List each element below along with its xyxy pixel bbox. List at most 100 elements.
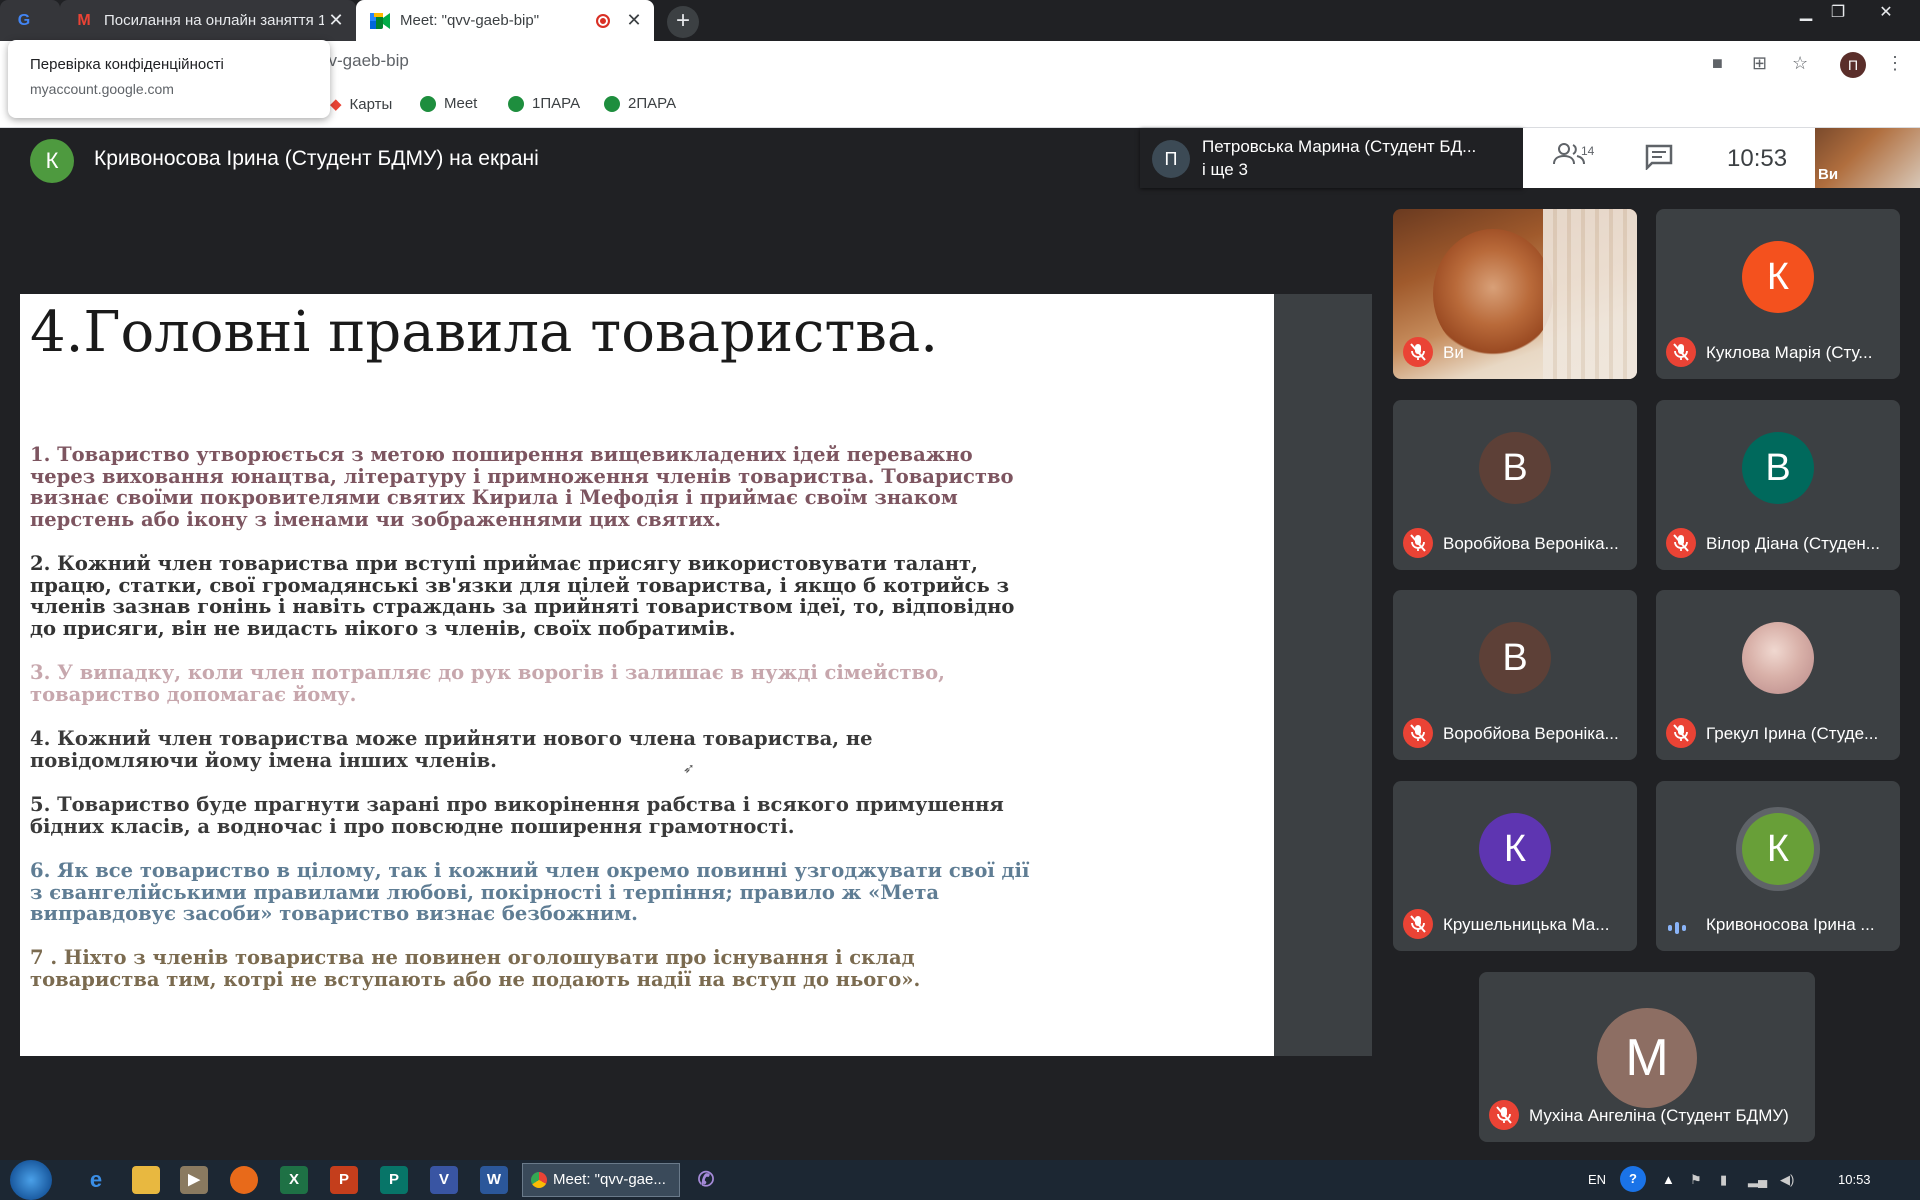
volume-icon[interactable]: ◀) (1780, 1172, 1794, 1188)
visio-icon[interactable]: V (430, 1166, 458, 1194)
battery-icon[interactable]: ▮ (1720, 1172, 1727, 1188)
tab-meet[interactable]: Meet: "qvv-gaeb-bip" ✕ (356, 0, 654, 41)
excel-icon[interactable]: X (280, 1166, 308, 1194)
shared-slide: 4.Головні правила товариства. 1. Товарис… (20, 294, 1274, 1056)
participant-avatar: В (1479, 432, 1551, 504)
slide-rule-3: 3. У випадку, коли член потрапляє до рук… (30, 661, 945, 706)
meeting-clock: 10:53 (1727, 145, 1788, 172)
firefox-icon[interactable] (230, 1166, 258, 1194)
close-tab-icon[interactable]: ✕ (622, 10, 646, 31)
start-button[interactable] (10, 1160, 52, 1200)
mic-off-icon (1666, 337, 1696, 367)
ie-icon[interactable]: e (82, 1166, 110, 1194)
google-icon: G (17, 11, 31, 29)
participant-name: Ви (1443, 343, 1464, 362)
viber-icon[interactable]: ✆ (692, 1166, 720, 1194)
meet-icon (370, 11, 390, 31)
network-icon[interactable]: ▂▄ (1748, 1172, 1767, 1188)
participant-tile[interactable]: В Вілор Діана (Студен... (1656, 400, 1900, 570)
new-tab-button[interactable]: + (667, 6, 699, 38)
chat-icon[interactable] (1645, 144, 1673, 172)
mic-off-icon (1403, 337, 1433, 367)
presenter-label: Кривоносова Ірина (Студент БДМУ) на екра… (94, 147, 539, 170)
people-count: 14 (1581, 144, 1595, 158)
bookmark-star-icon[interactable]: ☆ (1792, 53, 1808, 74)
self-video (1433, 229, 1553, 359)
camera-icon[interactable]: ■ (1712, 53, 1723, 74)
slide-rule-1: 1. Товариство утворюється з метою пошире… (30, 443, 1014, 531)
language-indicator[interactable]: EN (1588, 1172, 1606, 1187)
participant-tile[interactable]: М Мухіна Ангеліна (Студент БДМУ) (1479, 972, 1815, 1142)
slide-rule-5: 5. Товариство буде прагнути зарані про в… (30, 793, 1004, 838)
tray-arrow-icon[interactable]: ▲ (1662, 1172, 1675, 1187)
participant-tile[interactable]: В Воробйова Вероніка... (1393, 590, 1637, 760)
participant-tile[interactable]: В Воробйова Вероніка... (1393, 400, 1637, 570)
gmail-icon: M (77, 11, 91, 29)
tab-title: Meet: "qvv-gaeb-bip" (400, 12, 540, 29)
restore-icon[interactable]: ❐ (1824, 2, 1852, 24)
mic-off-icon (1666, 528, 1696, 558)
privacy-check-popup[interactable]: Перевірка конфіденційності myaccount.goo… (8, 40, 330, 118)
tab-gmail[interactable]: M Посилання на онлайн заняття 1 ✕ (60, 0, 356, 41)
participant-name: Крушельницька Ма... (1443, 915, 1610, 934)
participant-tile[interactable]: К Крушельницька Ма... (1393, 781, 1637, 951)
publisher-icon[interactable]: P (380, 1166, 408, 1194)
active-speaker-chip[interactable]: П Петровська Марина (Студент БД... і ще … (1140, 128, 1523, 188)
participant-tile-self[interactable]: Ви (1393, 209, 1637, 379)
explorer-icon[interactable] (132, 1166, 160, 1194)
mic-off-icon (1489, 1100, 1519, 1130)
slide-rule-4: 4. Кожний член товариства може прийняти … (30, 727, 873, 772)
speaker-name: Петровська Марина (Студент БД... (1202, 137, 1477, 156)
participant-avatar: К (1742, 241, 1814, 313)
action-center-icon[interactable]: ⚑ (1690, 1172, 1702, 1188)
presenter-avatar: К (30, 139, 74, 183)
help-icon[interactable]: ? (1620, 1166, 1646, 1192)
bookmark-meet[interactable]: Meet (420, 95, 477, 112)
meet-top-controls: 14 10:53 (1523, 128, 1815, 188)
menu-icon[interactable]: ⋮ (1886, 53, 1904, 74)
mic-off-icon (1403, 718, 1433, 748)
word-icon[interactable]: W (480, 1166, 508, 1194)
bookmark-icon (604, 95, 620, 112)
audio-level-icon (1668, 919, 1692, 934)
taskbar-chrome-task[interactable]: Meet: "qvv-gae... (522, 1163, 680, 1197)
participant-photo-avatar (1742, 622, 1814, 694)
profile-avatar[interactable]: П (1840, 52, 1866, 78)
taskbar-clock[interactable]: 10:53 (1838, 1172, 1871, 1187)
translate-icon[interactable]: ⊞ (1752, 53, 1767, 74)
mic-off-icon (1666, 718, 1696, 748)
close-tab-icon[interactable]: ✕ (324, 10, 348, 31)
mouse-cursor-icon: ➶ (683, 760, 695, 776)
participant-name: Мухіна Ангеліна (Студент БДМУ) (1529, 1106, 1789, 1125)
participant-name: Кривоносова Ірина ... (1706, 915, 1875, 934)
participant-avatar: В (1479, 622, 1551, 694)
slide-title: 4.Головні правила товариства. (30, 300, 939, 365)
participant-name: Воробйова Вероніка... (1443, 534, 1619, 553)
bookmark-2para[interactable]: 2ПАРА (604, 95, 676, 112)
participant-avatar: К (1742, 813, 1814, 885)
media-player-icon[interactable]: ▶ (180, 1166, 208, 1194)
participant-name: Грекул Ірина (Студе... (1706, 724, 1879, 743)
bookmark-maps[interactable]: ◆ Карты (330, 95, 392, 114)
speaker-more: і ще 3 (1202, 160, 1248, 179)
tab-google[interactable]: G (0, 0, 60, 41)
slide-rule-6: 6. Як все товариство в цілому, так і кож… (30, 859, 1030, 925)
participant-avatar: М (1597, 1008, 1697, 1108)
popup-domain: myaccount.google.com (30, 81, 174, 97)
popup-title: Перевірка конфіденційності (30, 56, 224, 73)
self-view-label: Ви (1818, 166, 1839, 183)
address-bar[interactable]: vv-gaeb-bip (320, 51, 409, 71)
minimize-icon[interactable]: ▁ (1792, 2, 1820, 24)
maps-icon: ◆ (330, 96, 342, 113)
powerpoint-icon[interactable]: P (330, 1166, 358, 1194)
participant-tile-presenting[interactable]: К Кривоносова Ірина ... (1656, 781, 1900, 951)
participant-tile[interactable]: К Куклова Марія (Сту... (1656, 209, 1900, 379)
participant-avatar: В (1742, 432, 1814, 504)
bookmark-icon (420, 95, 436, 112)
participant-name: Куклова Марія (Сту... (1706, 343, 1873, 362)
close-window-icon[interactable]: ✕ (1872, 2, 1900, 24)
tab-strip: G M Посилання на онлайн заняття 1 ✕ Meet… (0, 0, 1920, 41)
participant-avatar: К (1479, 813, 1551, 885)
participant-tile[interactable]: Грекул Ірина (Студе... (1656, 590, 1900, 760)
bookmark-1para[interactable]: 1ПАРА (508, 95, 580, 112)
